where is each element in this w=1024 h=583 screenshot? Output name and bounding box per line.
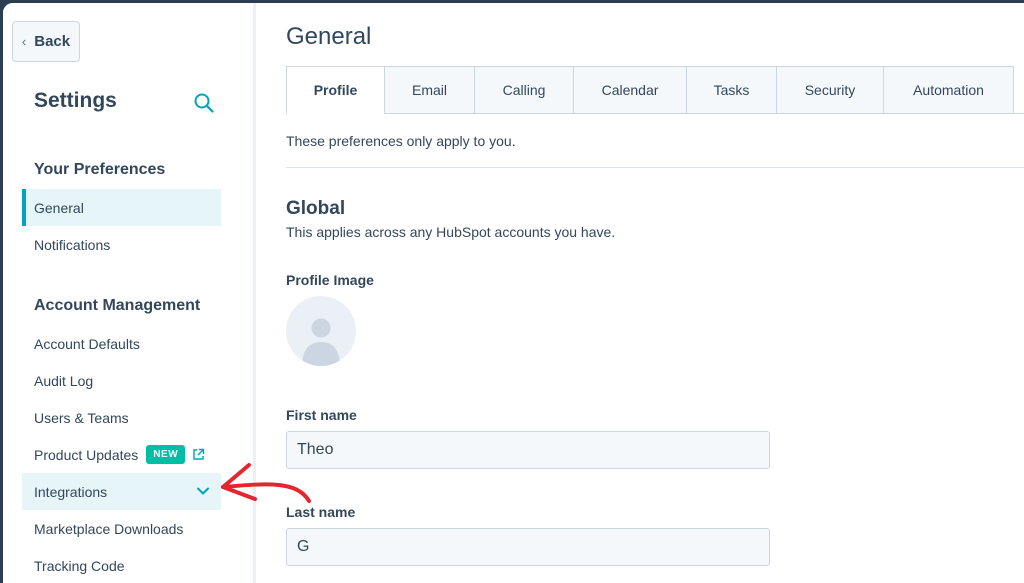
sidebar-item-users-teams[interactable]: Users & Teams bbox=[22, 399, 221, 436]
external-link-icon bbox=[193, 448, 205, 460]
sidebar-item-account-defaults[interactable]: Account Defaults bbox=[22, 325, 221, 362]
section-heading-your-preferences: Your Preferences bbox=[34, 161, 166, 178]
first-name-input[interactable] bbox=[286, 431, 770, 469]
sidebar-item-label: Audit Log bbox=[34, 372, 94, 389]
page-title: General bbox=[286, 23, 372, 50]
sidebar-item-integrations[interactable]: Integrations bbox=[22, 473, 221, 510]
sidebar-item-label: Marketplace Downloads bbox=[34, 520, 184, 537]
tab-email[interactable]: Email bbox=[385, 66, 475, 114]
back-button[interactable]: ‹ Back bbox=[12, 21, 80, 62]
profile-image-label: Profile Image bbox=[286, 272, 374, 288]
back-button-label: Back bbox=[34, 33, 71, 50]
sidebar-item-tracking-code[interactable]: Tracking Code bbox=[22, 547, 221, 583]
tab-calendar[interactable]: Calendar bbox=[574, 66, 687, 114]
sidebar-item-label: Account Defaults bbox=[34, 335, 140, 352]
preferences-note: These preferences only apply to you. bbox=[286, 133, 516, 149]
global-section-title: Global bbox=[286, 198, 346, 219]
sidebar-item-product-updates[interactable]: Product Updates NEW bbox=[22, 436, 221, 473]
global-section-subtitle: This applies across any HubSpot accounts… bbox=[286, 224, 616, 240]
tab-calling[interactable]: Calling bbox=[475, 66, 574, 114]
sidebar-item-label: Notifications bbox=[34, 236, 111, 253]
sidebar-item-label: Integrations bbox=[34, 483, 108, 500]
first-name-label: First name bbox=[286, 407, 357, 423]
app-window: ‹ Back Settings Your Preferences General… bbox=[3, 3, 1024, 583]
last-name-label: Last name bbox=[286, 504, 356, 520]
settings-sidebar: ‹ Back Settings Your Preferences General… bbox=[3, 3, 253, 583]
tab-profile[interactable]: Profile bbox=[286, 66, 385, 114]
sidebar-item-marketplace-downloads[interactable]: Marketplace Downloads bbox=[22, 510, 221, 547]
avatar[interactable] bbox=[286, 296, 356, 366]
section-divider bbox=[286, 167, 1024, 168]
sidebar-item-notifications[interactable]: Notifications bbox=[22, 226, 221, 263]
tab-tasks[interactable]: Tasks bbox=[687, 66, 777, 114]
sidebar-item-label: Users & Teams bbox=[34, 409, 129, 426]
sidebar-item-label: Product Updates bbox=[34, 446, 139, 463]
tab-security[interactable]: Security bbox=[777, 66, 884, 114]
main-content: General Profile Email Calling Calendar T… bbox=[256, 3, 1024, 583]
sidebar-item-label: General bbox=[34, 199, 84, 216]
sidebar-item-general[interactable]: General bbox=[22, 189, 221, 226]
chevron-down-icon[interactable] bbox=[195, 483, 211, 499]
tab-automation[interactable]: Automation bbox=[884, 66, 1014, 114]
tab-bar: Profile Email Calling Calendar Tasks Sec… bbox=[286, 66, 1014, 114]
new-badge: NEW bbox=[146, 445, 186, 464]
sidebar-item-audit-log[interactable]: Audit Log bbox=[22, 362, 221, 399]
chevron-left-icon: ‹ bbox=[21, 34, 27, 49]
sidebar-item-label: Tracking Code bbox=[34, 557, 125, 574]
sidebar-title: Settings bbox=[34, 89, 117, 112]
search-icon[interactable] bbox=[193, 92, 215, 114]
section-heading-account-management: Account Management bbox=[34, 297, 201, 314]
last-name-input[interactable] bbox=[286, 528, 770, 566]
user-placeholder-icon bbox=[302, 318, 340, 366]
